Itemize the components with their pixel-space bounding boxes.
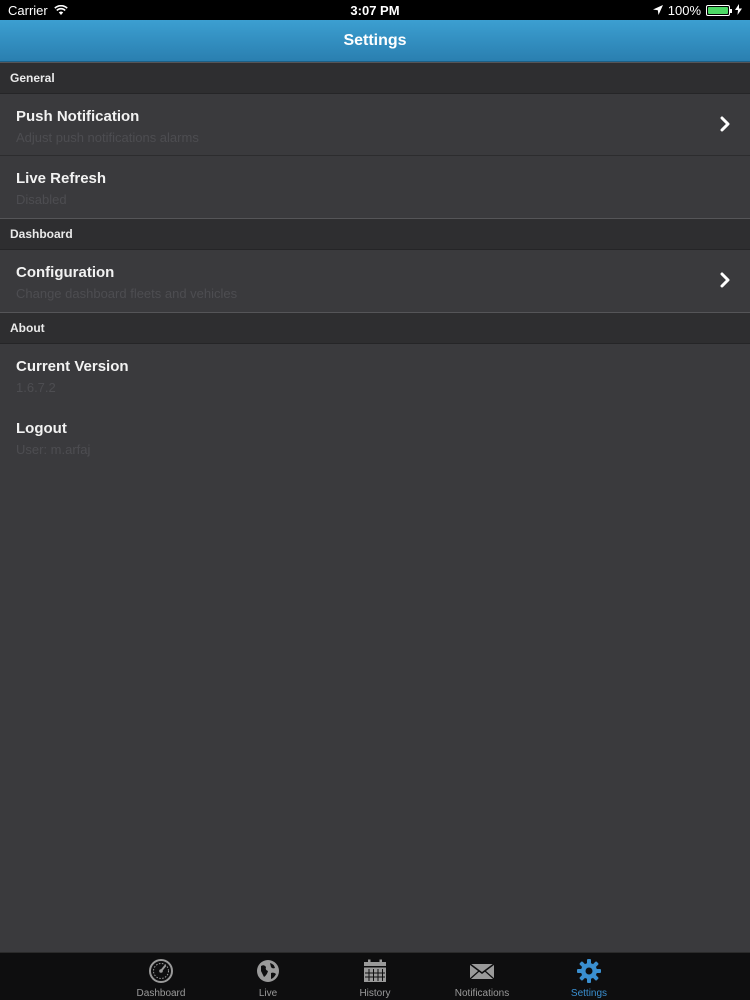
page-title: Settings bbox=[343, 31, 407, 49]
battery-icon bbox=[706, 4, 732, 16]
tab-history-label: History bbox=[359, 988, 391, 999]
push-notification-title: Push Notification bbox=[16, 108, 140, 125]
tab-live[interactable]: Live bbox=[215, 953, 322, 1000]
live-refresh-title: Live Refresh bbox=[16, 170, 107, 187]
tab-live-label: Live bbox=[258, 988, 278, 999]
gear-icon bbox=[577, 959, 601, 983]
status-right: 100% bbox=[542, 3, 742, 18]
status-left: Carrier bbox=[8, 3, 208, 18]
settings-list: General Push Notification Adjust push no… bbox=[0, 62, 750, 468]
wifi-icon bbox=[53, 3, 68, 18]
tab-dashboard[interactable]: Dashboard bbox=[108, 953, 215, 1000]
chevron-right-icon bbox=[718, 271, 732, 289]
tab-dashboard-label: Dashboard bbox=[136, 988, 186, 999]
section-header-about: About bbox=[0, 312, 750, 344]
tab-notifications-label: Notifications bbox=[454, 988, 510, 999]
nav-bar: Settings bbox=[0, 20, 750, 62]
tab-history[interactable]: History bbox=[322, 953, 429, 1000]
current-version-title: Current Version bbox=[16, 358, 129, 375]
location-arrow-icon bbox=[652, 3, 663, 18]
battery-percent: 100% bbox=[667, 2, 701, 18]
status-time: 3:07 PM bbox=[350, 2, 400, 18]
tab-notifications[interactable]: Notifications bbox=[429, 953, 536, 1000]
logout-user: User: m.arfaj bbox=[16, 442, 91, 457]
current-version-value: 1.6.7.2 bbox=[16, 380, 56, 395]
status-bar: Carrier 3:07 PM 100% bbox=[0, 0, 750, 20]
current-version-row: Current Version 1.6.7.2 bbox=[0, 344, 750, 406]
live-refresh-subtitle: Disabled bbox=[16, 192, 67, 207]
logout-row[interactable]: Logout User: m.arfaj bbox=[0, 406, 750, 468]
live-refresh-row[interactable]: Live Refresh Disabled bbox=[0, 156, 750, 218]
tab-settings[interactable]: Settings bbox=[536, 953, 643, 1000]
charging-bolt-icon bbox=[735, 3, 742, 18]
envelope-icon bbox=[469, 963, 495, 980]
logout-title: Logout bbox=[16, 420, 67, 437]
push-notification-row[interactable]: Push Notification Adjust push notificati… bbox=[0, 94, 750, 156]
section-header-dashboard: Dashboard bbox=[0, 218, 750, 250]
tab-settings-label: Settings bbox=[570, 988, 608, 999]
globe-icon bbox=[257, 960, 279, 982]
section-header-general: General bbox=[0, 62, 750, 94]
configuration-subtitle: Change dashboard fleets and vehicles bbox=[16, 286, 238, 301]
chevron-right-icon bbox=[718, 115, 732, 133]
configuration-title: Configuration bbox=[16, 264, 115, 281]
tab-bar: Dashboard Live History Notifications Set… bbox=[0, 952, 750, 1000]
push-notification-subtitle: Adjust push notifications alarms bbox=[16, 130, 199, 145]
carrier-label: Carrier bbox=[8, 2, 48, 18]
speedometer-icon bbox=[149, 959, 173, 983]
configuration-row[interactable]: Configuration Change dashboard fleets an… bbox=[0, 250, 750, 312]
calendar-icon bbox=[364, 959, 386, 982]
